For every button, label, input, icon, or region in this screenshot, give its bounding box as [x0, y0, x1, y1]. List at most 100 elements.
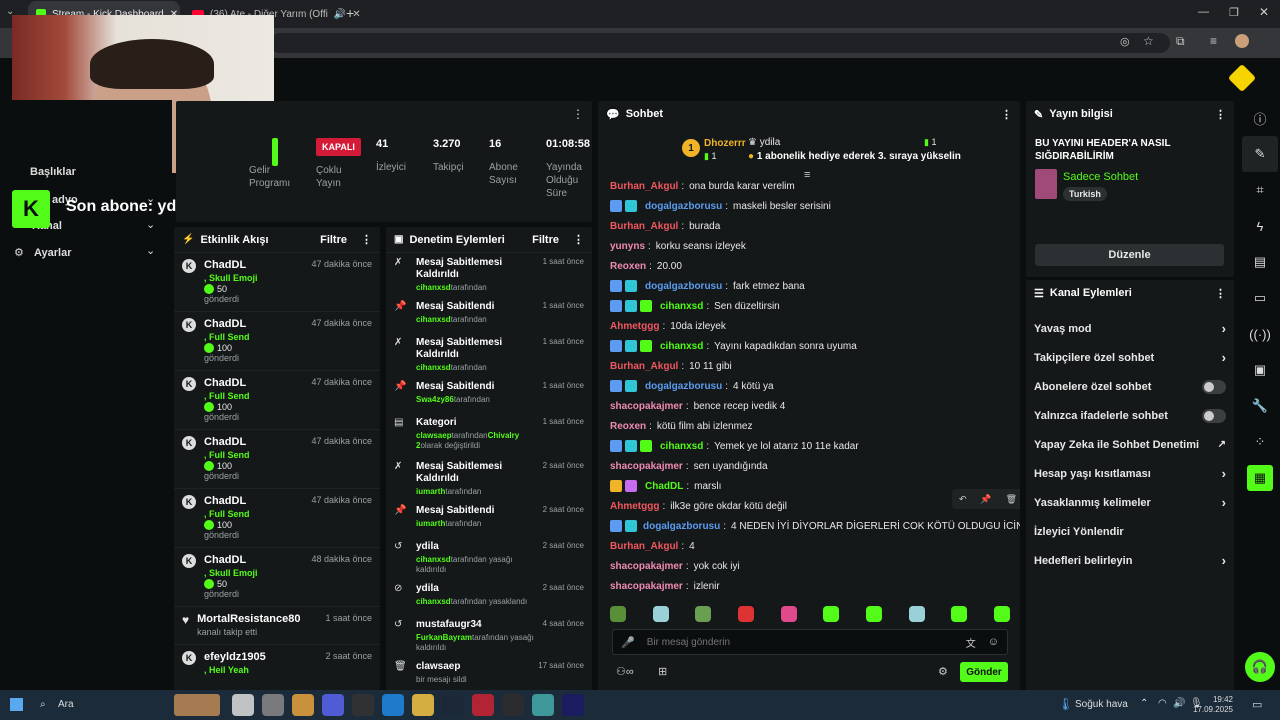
discord-icon[interactable] [322, 694, 344, 716]
send-button[interactable]: Gönder [960, 662, 1008, 682]
event-user[interactable]: ChadDL [204, 436, 250, 448]
moderator-name[interactable]: iumarth [416, 519, 445, 528]
new-tab-plus-icon[interactable]: + [346, 5, 354, 21]
chevron-down-icon[interactable]: ⌄ [146, 218, 155, 231]
wifi-icon[interactable]: ◠ [1158, 698, 1167, 709]
emote-icon[interactable] [865, 606, 882, 622]
trash-icon[interactable]: 🗑 [1006, 494, 1017, 505]
edge-icon[interactable] [382, 694, 404, 716]
translate-icon[interactable]: 文 [966, 635, 976, 650]
sidebar-item-headers[interactable]: Başlıklar [30, 166, 76, 178]
search-icon[interactable]: ⌕ [40, 699, 46, 710]
points-icon[interactable]: ⚇∞ [616, 665, 634, 678]
more-menu-icon[interactable]: ⋮ [1215, 108, 1226, 121]
chat-message[interactable]: shacopakajmer: sen uyandığında [598, 456, 1018, 476]
filter-button[interactable]: Filtre [320, 234, 347, 246]
chat-settings-icon[interactable]: ⚙ [938, 665, 948, 678]
url-field[interactable] [270, 33, 1170, 53]
profile-avatar[interactable] [1235, 34, 1249, 48]
widgets-icon[interactable] [262, 694, 284, 716]
channel-action-item[interactable]: Yasaklanmış kelimeler › [1026, 488, 1234, 517]
broadcast-icon[interactable]: ((·)) [1242, 316, 1278, 352]
edit-button[interactable]: Düzenle [1035, 244, 1224, 266]
minimize-icon[interactable]: — [1198, 6, 1209, 18]
chat-icon[interactable]: ▭ [1242, 280, 1278, 316]
channel-action-item[interactable]: İzleyici Yönlendir [1026, 517, 1234, 546]
more-menu-icon[interactable]: ⋮ [1215, 287, 1226, 300]
emote-icon[interactable] [695, 606, 712, 622]
premiere-icon[interactable] [562, 694, 584, 716]
toggle-switch[interactable] [1202, 379, 1226, 394]
star-icon[interactable]: ☆ [1143, 34, 1154, 48]
emote-icon[interactable] [610, 606, 626, 622]
chat-username[interactable]: dogalgazborusu [645, 281, 722, 292]
chat-message[interactable]: shacopakajmer: bence recep ivedik 4 [598, 396, 1018, 416]
chat-username[interactable]: dogalgazborusu [643, 521, 720, 532]
chrome-icon[interactable] [292, 694, 314, 716]
channel-action-item[interactable]: Hesap yaşı kısıtlaması › [1026, 459, 1234, 488]
nav-logo-icon[interactable] [1227, 63, 1257, 93]
emote-icon[interactable] [652, 606, 669, 622]
chat-message[interactable]: Burhan_Akgul:10 11 gibi [598, 356, 1018, 376]
window-close-icon[interactable]: ✕ [1259, 5, 1269, 19]
moderator-name[interactable]: cihanxsd [416, 555, 451, 564]
emote-icon[interactable] [823, 606, 840, 622]
emote-icon[interactable] [780, 606, 797, 622]
chat-message[interactable]: cihanxsd: Sen düzeltirsin [598, 296, 1018, 316]
clip-icon[interactable]: ▦ [1247, 465, 1273, 491]
stream-category[interactable]: Sadece Sohbet [1063, 171, 1138, 183]
moderator-name[interactable]: iumarth [416, 487, 445, 496]
chevron-down-icon[interactable]: ⌄ [146, 244, 155, 257]
extensions-icon[interactable]: ⧉ [1176, 34, 1185, 49]
chat-username[interactable]: cihanxsd [660, 301, 703, 312]
restore-icon[interactable]: ❐ [1229, 6, 1239, 19]
layout-icon[interactable]: ▣ [1242, 352, 1278, 388]
event-user[interactable]: ChadDL [204, 495, 250, 507]
event-user[interactable]: ChadDL [204, 554, 258, 566]
moderator-name[interactable]: cihanxsd [416, 363, 451, 372]
chat-username[interactable]: shacopakajmer [610, 561, 683, 572]
chat-username[interactable]: Burhan_Akgul [610, 221, 678, 232]
chat-input[interactable] [646, 636, 954, 648]
file-explorer-icon[interactable] [412, 694, 434, 716]
chat-username[interactable]: cihanxsd [660, 341, 703, 352]
chat-username[interactable]: Reoxen [610, 261, 646, 272]
eye-off-icon[interactable]: ◎ [1120, 35, 1130, 48]
chat-username[interactable]: Burhan_Akgul [610, 541, 678, 552]
toggle-switch[interactable] [1202, 408, 1226, 423]
channel-action-item[interactable]: Hedefleri belirleyin › [1026, 546, 1234, 575]
moderator-name[interactable]: cihanxsd [416, 283, 451, 292]
chat-username[interactable]: cihanxsd [660, 441, 703, 452]
taskbar-search[interactable]: Ara [58, 699, 74, 710]
chat-username[interactable]: Burhan_Akgul [610, 181, 678, 192]
chat-username[interactable]: Ahmetggg [610, 321, 659, 332]
reply-icon[interactable]: ↶ [959, 494, 967, 505]
chat-username[interactable]: Reoxen [610, 421, 646, 432]
chat-message[interactable]: Burhan_Akgul:4 [598, 536, 1018, 556]
channel-action-item[interactable]: Yavaş mod › [1026, 314, 1234, 343]
browser-icon[interactable] [532, 694, 554, 716]
emoji-icon[interactable]: ☺ [988, 636, 999, 648]
apps-grid-icon[interactable] [502, 694, 524, 716]
task-view-icon[interactable] [232, 694, 254, 716]
leaderboard-user[interactable]: Dhozerrr [704, 138, 746, 149]
chat-username[interactable]: dogalgazborusu [645, 201, 722, 212]
moderator-name[interactable]: cihanxsd [416, 597, 451, 606]
chat-username[interactable]: Ahmetggg [610, 501, 659, 512]
event-user[interactable]: ChadDL [204, 259, 258, 271]
sidebar-item-settings[interactable]: Ayarlar [34, 247, 72, 259]
chat-message[interactable]: shacopakajmer: yok cok iyi [598, 556, 1018, 576]
clock[interactable]: 19:42 [1203, 694, 1233, 705]
more-menu-icon[interactable]: ⋮ [573, 233, 584, 246]
chat-message[interactable]: yunyns: korku seansı izleyek [598, 236, 1018, 256]
moderator-name[interactable]: clawsaep [416, 431, 452, 440]
chat-username[interactable]: shacopakajmer [610, 581, 683, 592]
chat-message[interactable]: Reoxen: kötü film abi izlenmez [598, 416, 1018, 436]
chat-message[interactable]: Burhan_Akgul: burada [598, 216, 1018, 236]
chat-message[interactable]: Ahmetggg:10da izleyek [598, 316, 1018, 336]
obs-icon[interactable] [472, 694, 494, 716]
notification-icon[interactable]: ▭ [1252, 698, 1262, 711]
more-menu-icon[interactable]: ⋮ [572, 107, 584, 121]
chat-message[interactable]: dogalgazborusu:4 NEDEN İYİ DİYORLAR DİGE… [598, 516, 1020, 536]
info-icon[interactable]: ⓘ [1242, 100, 1278, 136]
